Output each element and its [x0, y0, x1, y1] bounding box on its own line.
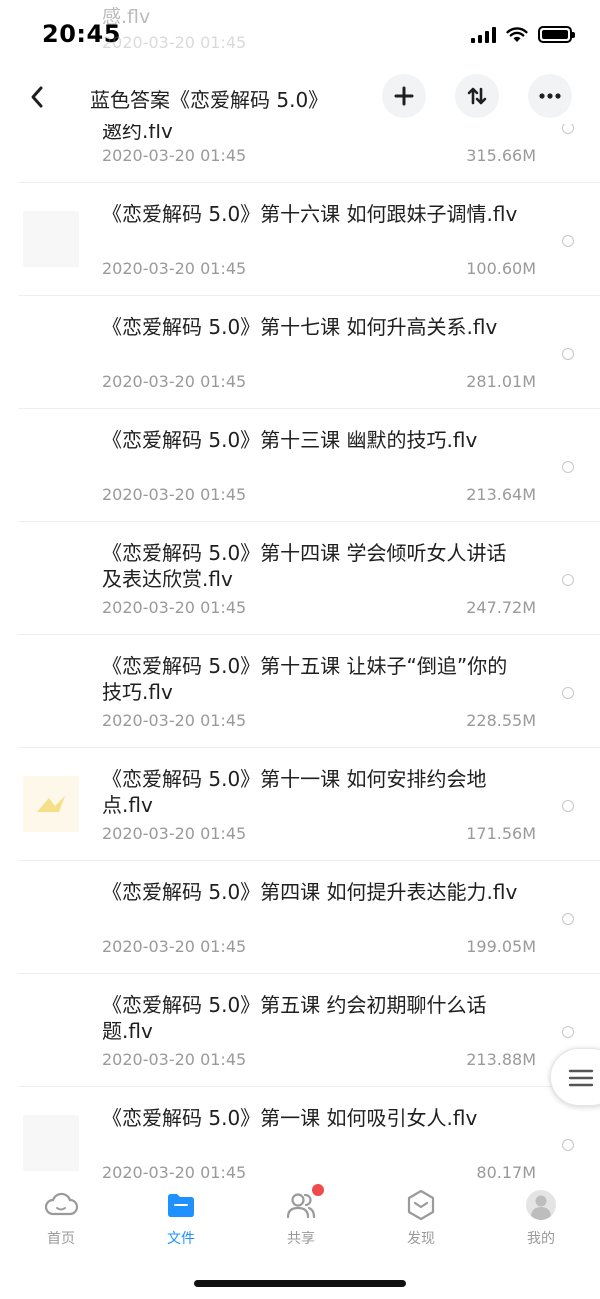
- select-radio[interactable]: [562, 1026, 574, 1038]
- file-name: 《恋爱解码 5.0》第一课 如何吸引女人.flv: [102, 1106, 478, 1130]
- chevron-left-icon: [31, 86, 43, 108]
- file-size: 281.01M: [466, 372, 536, 391]
- drawer-handle-button[interactable]: [550, 1048, 600, 1106]
- status-bar: 20:45: [0, 0, 600, 70]
- tab-label: 我的: [527, 1231, 555, 1247]
- file-row[interactable]: 《恋爱解码 5.0》第十一课 如何安排约会地点.flv 2020-03-20 0…: [18, 748, 600, 861]
- select-radio[interactable]: [562, 913, 574, 925]
- home-indicator: [194, 1280, 406, 1287]
- file-date: 2020-03-20 01:45: [102, 1050, 247, 1069]
- sort-button[interactable]: [455, 74, 499, 118]
- file-size: 171.56M: [466, 824, 536, 843]
- select-radio[interactable]: [562, 348, 574, 360]
- tab-label: 文件: [167, 1231, 195, 1247]
- notification-badge: [312, 1184, 324, 1196]
- file-name: 《恋爱解码 5.0》第十六课 如何跟妹子调情.flv: [102, 202, 518, 226]
- select-radio[interactable]: [562, 1139, 574, 1151]
- file-date: 2020-03-20 01:45: [102, 824, 247, 843]
- file-date: 2020-03-20 01:45: [102, 259, 247, 278]
- file-name: 《恋爱解码 5.0》第五课 约会初期聊什么话题.flv: [102, 993, 487, 1043]
- file-date: 2020-03-20 01:45: [102, 372, 247, 391]
- file-thumbnail: [23, 1115, 79, 1171]
- file-name: 《恋爱解码 5.0》第十一课 如何安排约会地点.flv: [102, 767, 487, 817]
- file-date: 2020-03-20 01:45: [102, 485, 247, 504]
- tab-share[interactable]: 共享: [261, 1184, 341, 1248]
- file-row[interactable]: 《恋爱解码 5.0》第十三课 幽默的技巧.flv 2020-03-20 01:4…: [18, 409, 600, 522]
- file-row[interactable]: 《恋爱解码 5.0》第四课 如何提升表达能力.flv 2020-03-20 01…: [18, 861, 600, 974]
- avatar-icon: [526, 1190, 556, 1220]
- file-row[interactable]: 《恋爱解码 5.0》第十六课 如何跟妹子调情.flv 2020-03-20 01…: [18, 183, 600, 296]
- file-size: 247.72M: [466, 598, 536, 617]
- file-date: 2020-03-20 01:45: [102, 598, 247, 617]
- status-time: 20:45: [42, 20, 121, 48]
- file-name: 《恋爱解码 5.0》第十七课 如何升高关系.flv: [102, 315, 498, 339]
- file-row[interactable]: 《恋爱解码 5.0》第十五课 让妹子“倒追”你的技巧.flv 2020-03-2…: [18, 635, 600, 748]
- page-title: 蓝色答案《恋爱解码 5.0》: [90, 88, 329, 112]
- file-size: 228.55M: [466, 711, 536, 730]
- select-radio[interactable]: [562, 687, 574, 699]
- file-row[interactable]: 《恋爱解码 5.0》第十四课 学会倾听女人讲话及表达欣赏.flv 2020-03…: [18, 522, 600, 635]
- tab-files[interactable]: 文件: [141, 1188, 221, 1248]
- tab-label: 发现: [407, 1231, 435, 1247]
- tab-discover[interactable]: 发现: [381, 1188, 461, 1248]
- file-date: 2020-03-20 01:45: [102, 937, 247, 956]
- image-preview-icon: [37, 796, 65, 812]
- file-name: 《恋爱解码 5.0》第十三课 幽默的技巧.flv: [102, 428, 478, 452]
- sort-icon: [467, 87, 487, 105]
- file-name: 《恋爱解码 5.0》第十四课 学会倾听女人讲话及表达欣赏.flv: [102, 541, 507, 591]
- nav-header: 蓝色答案《恋爱解码 5.0》: [0, 70, 600, 124]
- file-date: 2020-03-20 01:45: [102, 711, 247, 730]
- select-radio[interactable]: [562, 574, 574, 586]
- file-size: 100.60M: [466, 259, 536, 278]
- hexagon-box-icon: [407, 1189, 435, 1221]
- select-radio[interactable]: [562, 235, 574, 247]
- select-radio[interactable]: [562, 461, 574, 473]
- tab-home[interactable]: 首页: [21, 1188, 101, 1248]
- wifi-icon: [506, 26, 528, 42]
- file-size: 315.66M: [466, 146, 536, 165]
- file-date: 2020-03-20 01:45: [102, 146, 247, 165]
- file-size: 213.64M: [466, 485, 536, 504]
- file-thumbnail: [23, 211, 79, 267]
- menu-lines-icon: [568, 1069, 594, 1087]
- add-button[interactable]: [382, 74, 426, 118]
- file-name: 《恋爱解码 5.0》第十五课 让妹子“倒追”你的技巧.flv: [102, 654, 508, 704]
- file-row[interactable]: 《恋爱解码 5.0》第五课 约会初期聊什么话题.flv 2020-03-20 0…: [18, 974, 600, 1087]
- tab-label: 首页: [47, 1231, 75, 1247]
- more-dots-icon: [539, 93, 561, 99]
- file-thumbnail: [23, 776, 79, 832]
- battery-icon: [538, 26, 575, 43]
- file-size: 199.05M: [466, 937, 536, 956]
- cellular-signal-icon: [471, 26, 496, 43]
- status-icons: [471, 26, 575, 43]
- file-row[interactable]: 《恋爱解码 5.0》第十七课 如何升高关系.flv 2020-03-20 01:…: [18, 296, 600, 409]
- select-radio[interactable]: [562, 800, 574, 812]
- more-button[interactable]: [528, 74, 572, 118]
- tab-label: 共享: [287, 1231, 315, 1247]
- back-button[interactable]: [22, 80, 52, 114]
- tab-mine[interactable]: 我的: [501, 1188, 581, 1248]
- plus-icon: [394, 86, 414, 106]
- folder-icon: [168, 1194, 194, 1217]
- cloud-icon: [44, 1192, 79, 1216]
- file-size: 213.88M: [466, 1050, 536, 1069]
- file-name: 《恋爱解码 5.0》第四课 如何提升表达能力.flv: [102, 880, 518, 904]
